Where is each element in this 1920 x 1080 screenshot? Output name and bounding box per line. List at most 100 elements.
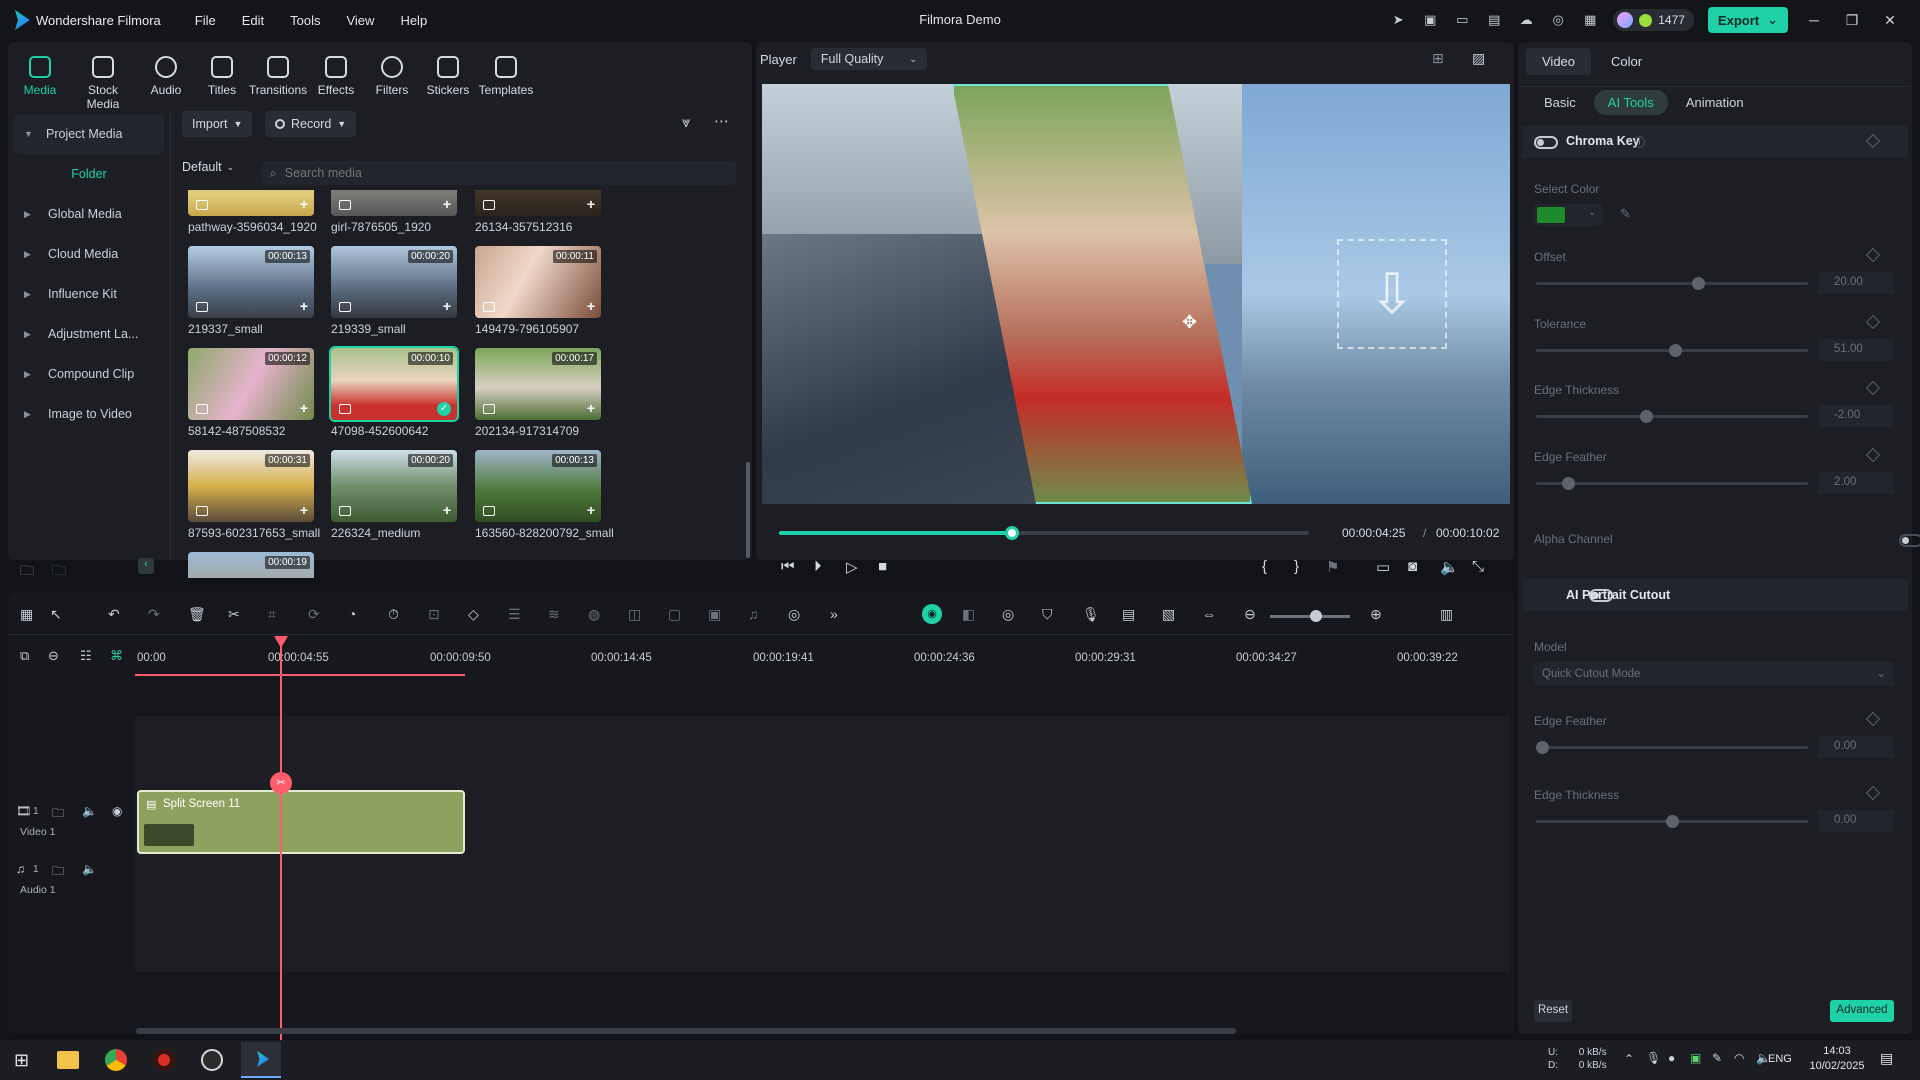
tab-media[interactable]: Media [10, 56, 70, 111]
render-icon[interactable]: ◧ [962, 606, 975, 623]
motion-icon[interactable]: ◎ [788, 606, 800, 623]
sidebar-item-influence-kit[interactable]: ▶ Influence Kit [14, 274, 164, 314]
tolerance-value[interactable]: 51.00 [1818, 339, 1894, 361]
add-icon[interactable]: + [587, 196, 595, 212]
select-tool-icon[interactable]: ↖ [50, 606, 62, 623]
slider-knob[interactable] [1692, 277, 1705, 290]
eye-icon[interactable]: ◉ [112, 804, 122, 818]
search-input[interactable] [284, 166, 685, 180]
check-icon[interactable]: ✓ [437, 402, 451, 416]
app-tray-icon-2[interactable]: ▣ [1690, 1051, 1701, 1065]
import-button[interactable]: Import ▼ [182, 111, 253, 137]
menu-tools[interactable]: Tools [290, 13, 320, 28]
quality-dropdown[interactable]: Full Quality ⌄ [810, 48, 927, 70]
adjust-icon[interactable]: ☰ [508, 606, 521, 623]
timeline-ruler[interactable]: 00:00 00:00:04:55 00:00:09:50 00:00:14:4… [135, 640, 1510, 676]
mic-icon[interactable]: 🎙 [1082, 606, 1100, 623]
media-thumb[interactable]: 00:00:11 + [475, 246, 601, 318]
sidebar-item-global-media[interactable]: ▶ Global Media [14, 194, 164, 234]
volume-icon[interactable]: 🔈 [82, 804, 97, 818]
sidebar-item-image-to-video[interactable]: ▶ Image to Video [14, 394, 164, 434]
clock[interactable]: 14:03 10/02/2025 [1802, 1044, 1872, 1074]
keyframe-tool-icon[interactable]: ◇ [468, 606, 479, 623]
media-thumb[interactable]: + [188, 190, 314, 216]
ai-edge-thickness-slider[interactable] [1536, 815, 1808, 828]
crop-icon[interactable]: ⌗ [268, 606, 276, 623]
zoom-clip-icon[interactable]: ⊡ [428, 606, 440, 623]
media-scrollbar[interactable] [746, 462, 750, 558]
restore-icon[interactable]: ❐ [1840, 12, 1864, 29]
snap-icon[interactable]: ◎ [1002, 606, 1014, 623]
rotate-icon[interactable]: ⟳ [308, 606, 320, 623]
sidebar-item-project-media[interactable]: ▼ Project Media [14, 114, 164, 154]
add-icon[interactable]: + [300, 502, 308, 518]
subtitle-icon[interactable]: ▤ [1122, 606, 1135, 623]
offset-value[interactable]: 20.00 [1818, 272, 1894, 294]
media-thumb[interactable]: + [475, 190, 601, 216]
freeze-icon[interactable]: ▢ [668, 606, 681, 623]
zoom-out-icon[interactable]: ⊖ [1244, 606, 1256, 623]
folder-icon[interactable]: 🗀 [52, 804, 64, 825]
folder-icon[interactable]: 🗀 [52, 560, 66, 584]
media-thumb[interactable]: 00:00:31 + [188, 450, 314, 522]
credits-badge[interactable]: 1477 [1613, 9, 1694, 31]
add-icon[interactable]: + [443, 502, 451, 518]
snapshot-view-icon[interactable]: ▨ [1472, 50, 1485, 67]
marker-icon[interactable]: ⚑ [1326, 558, 1339, 576]
pip-icon[interactable]: ▧ [1162, 606, 1175, 623]
folder-icon[interactable]: 🗀 [52, 862, 64, 883]
display-icon[interactable]: ▭ [1376, 558, 1390, 576]
tab-templates[interactable]: Templates [476, 56, 536, 111]
add-icon[interactable]: + [587, 298, 595, 314]
alpha-channel-toggle[interactable] [1899, 534, 1920, 547]
filter-icon[interactable]: ⩔ [682, 114, 690, 131]
shield-icon[interactable]: ⛉ [1042, 606, 1053, 623]
media-thumb[interactable]: 00:00:17 + [475, 348, 601, 420]
volume-icon[interactable]: 🔈 [82, 862, 97, 876]
split-icon[interactable]: ✂ [228, 606, 240, 623]
media-thumb-selected[interactable]: 00:00:10 ✓ [329, 346, 459, 422]
playhead[interactable]: ✂ [270, 636, 292, 1040]
view-options-icon[interactable]: ▥ [1440, 606, 1453, 623]
offset-slider[interactable] [1536, 277, 1808, 290]
timeline-scrollbar[interactable] [136, 1028, 1236, 1034]
edge-thickness-slider[interactable] [1536, 410, 1808, 423]
tolerance-slider[interactable] [1536, 344, 1808, 357]
slider-knob[interactable] [1640, 410, 1653, 423]
fit-icon[interactable]: ⇔ [1202, 606, 1216, 622]
tab-stickers[interactable]: Stickers [420, 56, 476, 111]
add-icon[interactable]: + [300, 196, 308, 212]
sidebar-item-cloud-media[interactable]: ▶ Cloud Media [14, 234, 164, 274]
screen-record-icon[interactable]: ▣ [1421, 11, 1439, 29]
model-dropdown[interactable]: Quick Cutout Mode ⌄ [1534, 662, 1894, 686]
reset-button[interactable]: Reset [1534, 1000, 1572, 1022]
media-thumb[interactable]: 00:00:13 + [475, 450, 601, 522]
wifi-icon[interactable]: ◠ [1734, 1051, 1744, 1065]
volume-icon[interactable]: 🔈 [1440, 558, 1459, 576]
more-tools-icon[interactable]: » [830, 606, 838, 622]
ai-edge-feather-slider[interactable] [1536, 741, 1808, 754]
ai-edge-thickness-value[interactable]: 0.00 [1818, 810, 1894, 832]
add-track-icon[interactable]: ⧉ [20, 648, 29, 664]
play-icon[interactable]: ▷ [846, 558, 858, 576]
undo-icon[interactable]: ↶ [108, 606, 120, 623]
close-icon[interactable]: ✕ [1878, 12, 1902, 29]
color-picker[interactable]: ⌄ [1534, 204, 1602, 226]
slider-knob[interactable] [1562, 477, 1575, 490]
sidebar-item-folder[interactable]: Folder [14, 154, 164, 194]
audio-tool-icon[interactable]: ♫ [748, 606, 759, 622]
help-icon[interactable]: ⓘ [1634, 134, 1645, 150]
menu-help[interactable]: Help [400, 13, 427, 28]
sort-dropdown[interactable]: Default ⌄ [182, 160, 234, 174]
media-thumb[interactable]: 00:00:12 + [188, 348, 314, 420]
speed-icon[interactable]: ⏱ [388, 606, 399, 623]
add-icon[interactable]: + [587, 400, 595, 416]
mic-tray-icon[interactable]: 🎙 [1646, 1051, 1661, 1065]
ai-assist-icon[interactable]: ◉ [922, 604, 942, 624]
subtab-animation[interactable]: Animation [1672, 90, 1758, 115]
save-icon[interactable]: ▤ [1485, 11, 1503, 29]
add-icon[interactable]: + [443, 298, 451, 314]
record-button[interactable]: Record ▼ [265, 111, 357, 137]
edge-feather-value[interactable]: 2.00 [1818, 472, 1894, 494]
menu-view[interactable]: View [346, 13, 374, 28]
